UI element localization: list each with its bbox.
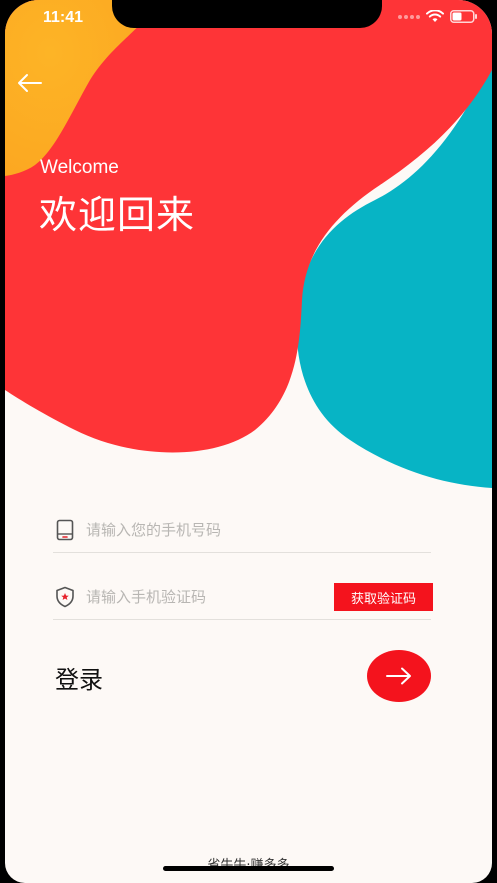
app-screen: 11:41 Welcome 欢迎回来 请输入您的手机号码 请输入手机验证码 获取… xyxy=(5,0,492,883)
login-label: 登录 xyxy=(55,666,103,694)
code-input[interactable] xyxy=(86,588,334,606)
code-field: 获取验证码 xyxy=(53,575,433,620)
signal-icon xyxy=(398,14,420,19)
status-time: 11:41 xyxy=(43,9,84,26)
get-code-button[interactable]: 获取验证码 xyxy=(334,583,433,611)
battery-icon xyxy=(450,10,477,23)
back-button[interactable] xyxy=(15,68,45,98)
login-button[interactable] xyxy=(367,650,431,702)
arrow-right-icon xyxy=(386,667,411,685)
tablet-icon xyxy=(55,519,75,541)
phone-input[interactable] xyxy=(86,521,431,539)
device-notch xyxy=(112,0,382,28)
welcome-subtitle: Welcome xyxy=(40,157,119,178)
status-icons xyxy=(398,10,478,23)
home-indicator xyxy=(163,866,334,871)
arrow-left-icon xyxy=(18,74,42,92)
wifi-icon xyxy=(426,10,444,22)
shield-icon xyxy=(55,586,75,608)
background-shapes xyxy=(5,0,492,488)
phone-field xyxy=(53,508,431,553)
welcome-title: 欢迎回来 xyxy=(39,193,196,237)
